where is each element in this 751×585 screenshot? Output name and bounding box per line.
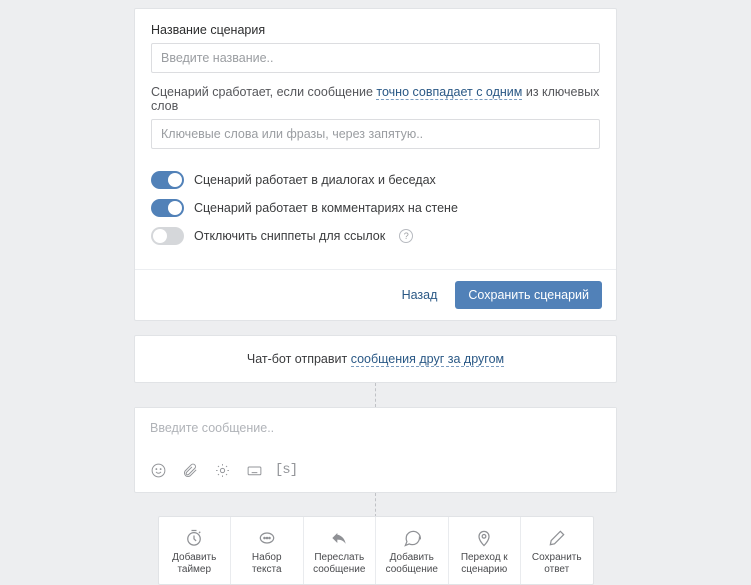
- message-input[interactable]: [135, 408, 616, 454]
- footer-actions: Назад Сохранить сценарий: [135, 269, 616, 320]
- reply-icon: [308, 526, 372, 550]
- typing-icon: [235, 526, 299, 550]
- toggle-dialogs[interactable]: [151, 171, 184, 189]
- scenario-title-label: Название сценария: [151, 23, 600, 37]
- scenario-settings-panel: Название сценария Сценарий сработает, ес…: [134, 8, 617, 321]
- action-goto-scenario[interactable]: Переход ксценарию: [449, 517, 522, 584]
- connector-line-2: [375, 493, 376, 517]
- gear-icon[interactable]: [213, 461, 231, 479]
- trigger-mode-link[interactable]: точно совпадает с одним: [376, 85, 522, 100]
- toggle-snippets[interactable]: [151, 227, 184, 245]
- keywords-input[interactable]: [151, 119, 600, 149]
- bot-info-panel: Чат-бот отправит сообщения друг за друго…: [134, 335, 617, 383]
- timer-icon: [163, 526, 227, 550]
- action-add-timer[interactable]: Добавитьтаймер: [159, 517, 232, 584]
- action-save-answer[interactable]: Сохранитьответ: [521, 517, 593, 584]
- variable-icon[interactable]: [s]: [277, 461, 295, 479]
- scenario-title-input[interactable]: [151, 43, 600, 73]
- message-icon: [380, 526, 444, 550]
- keyboard-icon[interactable]: [245, 461, 263, 479]
- attachment-icon[interactable]: [181, 461, 199, 479]
- trigger-hint: Сценарий сработает, если сообщение точно…: [151, 85, 600, 113]
- action-add-message[interactable]: Добавитьсообщение: [376, 517, 449, 584]
- message-panel: [s]: [134, 407, 617, 493]
- message-tools: [s]: [135, 457, 616, 492]
- back-button[interactable]: Назад: [402, 288, 438, 302]
- toggle-dialogs-label: Сценарий работает в диалогах и беседах: [194, 173, 436, 187]
- bot-mode-link[interactable]: сообщения друг за другом: [351, 352, 504, 367]
- action-forward[interactable]: Переслатьсообщение: [304, 517, 377, 584]
- pin-icon: [453, 526, 517, 550]
- save-scenario-button[interactable]: Сохранить сценарий: [455, 281, 602, 309]
- smile-icon[interactable]: [149, 461, 167, 479]
- action-bar: Добавитьтаймер Набортекста Переслатьсооб…: [158, 516, 594, 585]
- toggle-row-snippets: Отключить сниппеты для ссылок ?: [151, 227, 600, 245]
- toggle-comments-label: Сценарий работает в комментариях на стен…: [194, 201, 458, 215]
- pencil-icon: [525, 526, 589, 550]
- action-typing[interactable]: Набортекста: [231, 517, 304, 584]
- help-icon[interactable]: ?: [399, 229, 413, 243]
- toggle-snippets-label: Отключить сниппеты для ссылок: [194, 229, 385, 243]
- toggle-row-comments: Сценарий работает в комментариях на стен…: [151, 199, 600, 217]
- connector-line: [375, 383, 376, 407]
- toggle-comments[interactable]: [151, 199, 184, 217]
- toggle-row-dialogs: Сценарий работает в диалогах и беседах: [151, 171, 600, 189]
